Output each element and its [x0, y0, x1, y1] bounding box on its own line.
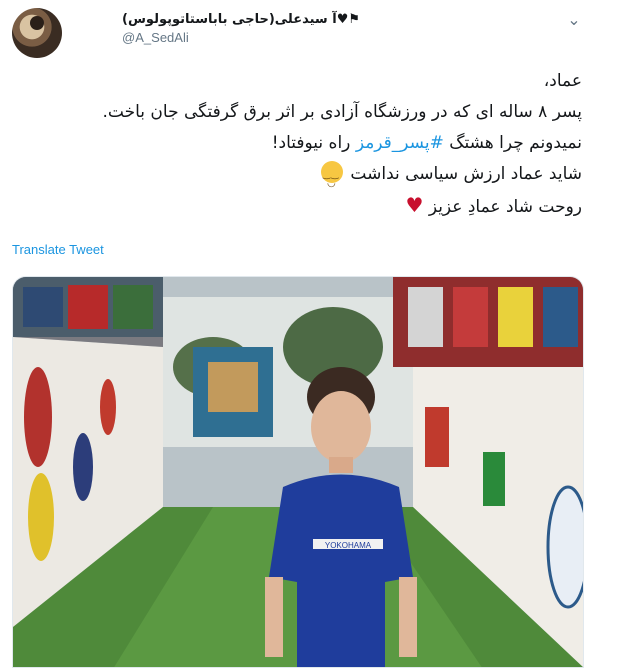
display-name-text: آ سیدعلی(حاجی باباستاتوپولوس): [122, 12, 337, 27]
tweet-line-text: راه نیوفتاد!: [271, 133, 356, 153]
hashtag-link[interactable]: #پسر_قرمز: [356, 133, 444, 153]
translate-tweet-link[interactable]: Translate Tweet: [12, 242, 104, 257]
tweet-line: نمیدونم چرا هشتگ #پسر_قرمز راه نیوفتاد!: [22, 128, 582, 159]
jersey-sponsor-text: YOKOHAMA: [325, 541, 372, 550]
tweet-line-text: نمیدونم چرا هشتگ: [443, 133, 582, 153]
tweet-line: روحت شاد عمادِ عزیز ♥: [22, 190, 582, 223]
tweet-text: عماد، پسر ۸ ساله ای که در ورزشگاه آزادی …: [22, 66, 582, 223]
black-flag-icon: ⚑: [348, 12, 360, 27]
tweet-line-text: شاید عماد ارزش سیاسی نداشت: [350, 164, 582, 184]
handle[interactable]: @A_SedAli: [122, 30, 360, 45]
tweet-line: پسر ۸ ساله ای که در ورزشگاه آزادی بر اثر…: [102, 102, 582, 122]
display-name[interactable]: ⚑♥آ سیدعلی(حاجی باباستاتوپولوس): [122, 12, 360, 27]
tweet-line: عماد،: [543, 71, 582, 91]
relieved-face-emoji-icon: [321, 160, 343, 199]
photo-illustration: YOKOHAMA: [13, 277, 583, 667]
tweet-line-text: روحت شاد عمادِ عزیز: [428, 197, 582, 217]
chevron-down-icon[interactable]: ⌄: [564, 10, 584, 30]
tweet-line: شاید عماد ارزش سیاسی نداشت: [22, 159, 582, 199]
user-name-block[interactable]: ⚑♥آ سیدعلی(حاجی باباستاتوپولوس) @A_SedAl…: [122, 12, 360, 45]
tweet-header: ⚑♥آ سیدعلی(حاجی باباستاتوپولوس) @A_SedAl…: [0, 0, 617, 62]
tweet-photo[interactable]: YOKOHAMA: [12, 276, 584, 668]
black-heart-icon: ♥: [336, 12, 349, 27]
avatar[interactable]: [12, 8, 62, 58]
red-heart-emoji-icon: ♥: [405, 193, 424, 217]
